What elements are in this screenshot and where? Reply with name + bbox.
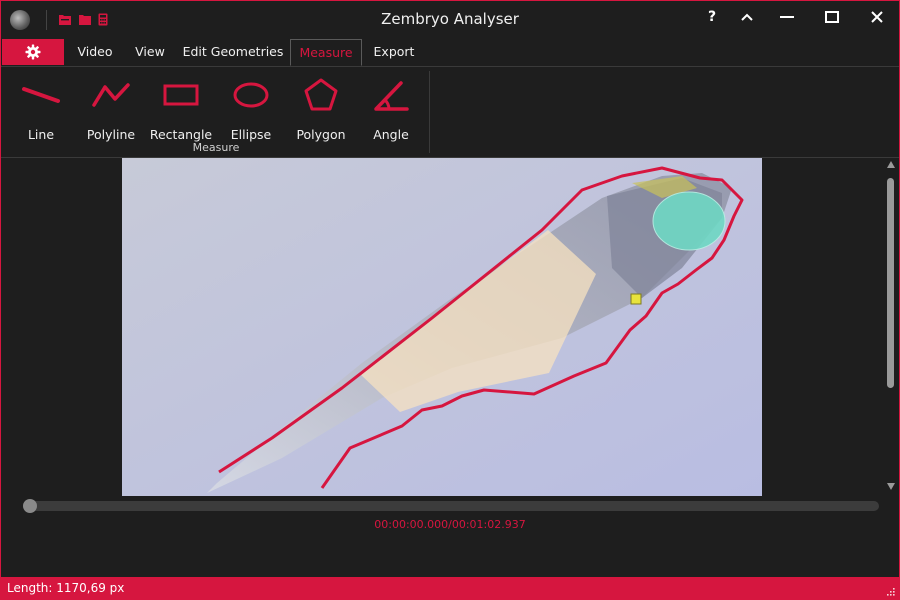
selection-handle[interactable] [630, 293, 642, 305]
minimize-icon [780, 16, 794, 18]
tab-view[interactable]: View [127, 39, 173, 65]
playback-time: 00:00:00.000/00:01:02.937 [374, 518, 526, 531]
ellipse-icon [233, 82, 269, 108]
gear-icon [25, 44, 41, 60]
polyline-tool-button[interactable]: Polyline [76, 75, 146, 142]
vertical-scroll-thumb[interactable] [887, 178, 894, 388]
maximize-button[interactable] [813, 3, 851, 31]
help-icon: ? [707, 9, 717, 25]
rectangle-icon [163, 84, 199, 106]
tab-edit-geometries[interactable]: Edit Geometries [178, 39, 288, 65]
minimize-button[interactable] [768, 3, 806, 31]
playback-slider-track[interactable] [23, 501, 879, 511]
line-tool-label: Line [27, 127, 55, 142]
scroll-down-icon[interactable] [886, 481, 896, 491]
collapse-ribbon-button[interactable] [728, 3, 766, 31]
tab-export[interactable]: Export [364, 39, 424, 65]
tab-settings[interactable] [2, 39, 64, 65]
video-viewer[interactable] [122, 158, 762, 496]
tab-measure[interactable]: Measure [290, 39, 362, 66]
ellipse-tool-button[interactable]: Ellipse [216, 75, 286, 142]
measure-ribbon: Line Polyline Rectangle Ellipse Polygon [1, 67, 899, 158]
app-window: Zembryo Analyser ? Video View Edit Geome… [0, 0, 900, 600]
zebrafish-embryo-image[interactable] [122, 158, 762, 496]
polyline-tool-label: Polyline [86, 127, 136, 142]
help-button[interactable]: ? [693, 3, 731, 31]
vertical-scrollbar[interactable] [884, 158, 898, 493]
line-tool-button[interactable]: Line [6, 75, 76, 142]
line-icon [22, 87, 60, 103]
ribbon-tabs: Video View Edit Geometries Measure Expor… [1, 39, 899, 67]
resize-grip-icon[interactable] [885, 586, 895, 596]
close-button[interactable] [858, 3, 896, 31]
maximize-icon [825, 11, 839, 23]
angle-icon [374, 81, 409, 111]
rectangle-tool-button[interactable]: Rectangle [146, 75, 216, 142]
polygon-tool-button[interactable]: Polygon [286, 75, 356, 142]
ribbon-group-separator [429, 71, 430, 153]
status-text: Length: 1170,69 px [7, 581, 125, 595]
title-bar[interactable]: Zembryo Analyser ? [1, 1, 899, 37]
chevron-up-icon [741, 13, 753, 21]
polyline-icon [92, 83, 130, 107]
ellipse-tool-label: Ellipse [230, 127, 272, 142]
status-bar: Length: 1170,69 px [1, 577, 899, 599]
measure-group-label: Measure [192, 141, 240, 154]
rectangle-tool-label: Rectangle [149, 127, 213, 142]
playback-slider-thumb[interactable] [23, 499, 37, 513]
tab-video[interactable]: Video [65, 39, 125, 65]
angle-tool-button[interactable]: Angle [356, 75, 426, 142]
angle-tool-label: Angle [373, 127, 409, 142]
polygon-tool-label: Polygon [296, 127, 346, 142]
scroll-up-icon[interactable] [886, 160, 896, 170]
close-icon [871, 11, 883, 23]
polygon-icon [304, 78, 338, 111]
ellipse-measurement[interactable] [652, 191, 726, 251]
